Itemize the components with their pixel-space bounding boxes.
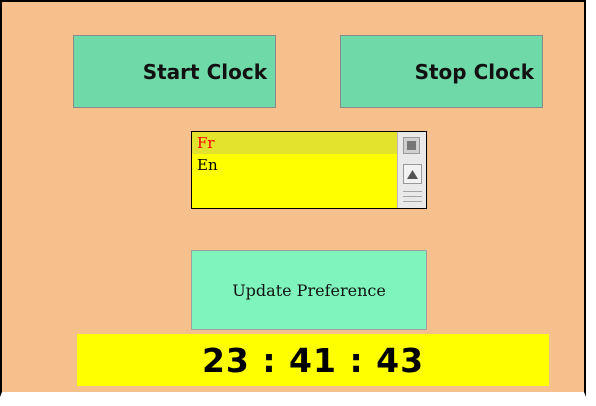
scrollbar-grip-icon <box>403 187 422 207</box>
scroll-up-arrow-icon[interactable] <box>403 164 422 184</box>
list-item-fr[interactable]: Fr <box>192 132 397 154</box>
listbox-scrollbar[interactable] <box>397 132 426 208</box>
language-list-items: Fr En <box>192 132 397 208</box>
list-item-en[interactable]: En <box>192 154 397 176</box>
clock-display: 23 : 41 : 43 <box>77 334 549 386</box>
update-preference-button[interactable]: Update Preference <box>191 250 427 330</box>
language-listbox[interactable]: Fr En <box>191 131 427 209</box>
stop-clock-button[interactable]: Stop Clock <box>340 35 543 108</box>
start-clock-button[interactable]: Start Clock <box>73 35 276 108</box>
scrollbar-thumb-icon[interactable] <box>403 137 420 154</box>
